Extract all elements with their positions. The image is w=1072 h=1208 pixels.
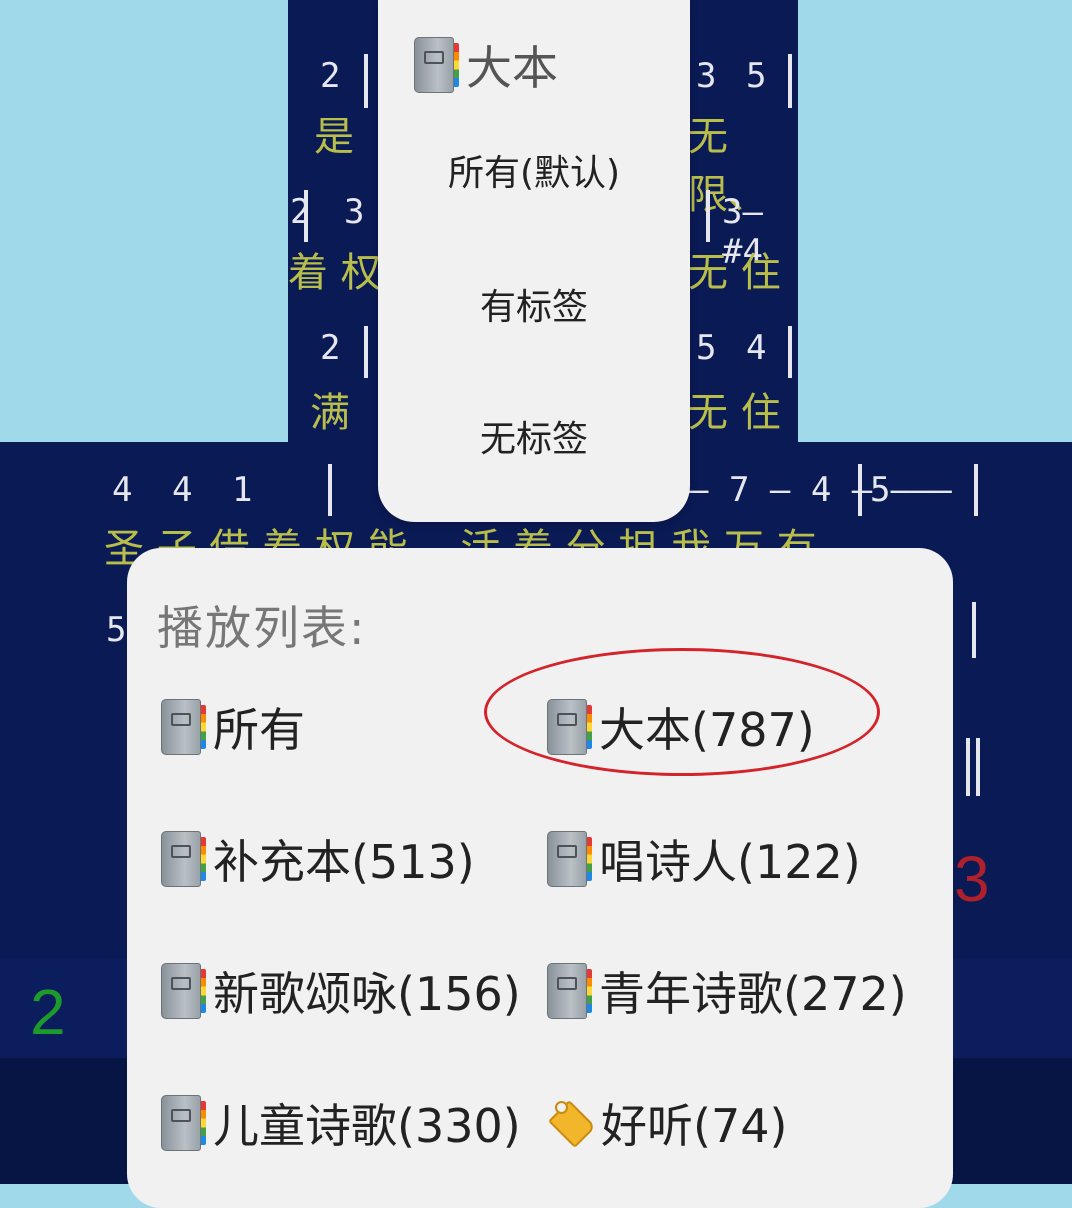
lyric-text: 无 住: [688, 250, 781, 296]
bar-line: [858, 464, 862, 516]
popup-title: 大本: [414, 32, 558, 98]
book-icon: [547, 963, 593, 1019]
bar-line: [788, 54, 792, 108]
highlight-circle-annotation: [484, 648, 880, 776]
note-number: 2: [320, 328, 341, 368]
playlist-item-favorites[interactable]: 好听(74): [547, 1090, 787, 1156]
playlist-item-label: 儿童诗歌(330): [213, 1099, 521, 1153]
track-number-red: 3: [954, 843, 990, 915]
playlist-item-children-hymns[interactable]: 儿童诗歌(330): [161, 1090, 521, 1156]
menu-item-untagged[interactable]: 无标签: [378, 410, 690, 462]
popup-title-label: 大本: [466, 41, 558, 95]
playlist-item-all[interactable]: 所有: [161, 694, 305, 760]
book-icon: [161, 831, 207, 887]
playlist-item-label: 青年诗歌(272): [599, 967, 907, 1021]
playlist-item-label: 唱诗人(122): [599, 835, 861, 889]
note-number: 5———: [870, 470, 952, 510]
note-number: 5: [696, 328, 717, 368]
note-number: 5: [746, 56, 767, 96]
book-icon: [414, 37, 460, 93]
bar-line: [788, 326, 792, 378]
note-number: 4: [172, 470, 193, 510]
bar-line: [364, 54, 368, 108]
playlist-dialog: 播放列表: 所有 大本(787) 补充本(513) 唱诗人(122) 新歌颂咏(…: [127, 548, 953, 1208]
book-icon: [161, 1095, 207, 1151]
playlist-item-supplement[interactable]: 补充本(513): [161, 826, 475, 892]
lyric-text: 是: [314, 114, 354, 160]
playlist-item-label: 补充本(513): [213, 835, 475, 889]
note-number: 2: [320, 56, 341, 96]
menu-item-tagged[interactable]: 有标签: [378, 278, 690, 330]
book-icon: [161, 699, 207, 755]
bar-line: [328, 464, 332, 516]
track-number-green: 2: [30, 976, 66, 1048]
note-number: 1: [232, 470, 253, 510]
note-number: 4: [112, 470, 133, 510]
lyric-text: 无 住: [688, 390, 781, 436]
playlist-item-label: 新歌颂咏(156): [213, 967, 521, 1021]
book-icon: [547, 831, 593, 887]
tag-icon: [547, 1095, 597, 1151]
playlist-item-singers[interactable]: 唱诗人(122): [547, 826, 861, 892]
menu-item-all-default[interactable]: 所有(默认): [378, 144, 690, 196]
note-number: 5: [106, 610, 127, 650]
lyric-text: 满: [310, 390, 350, 436]
playlist-item-youth-hymns[interactable]: 青年诗歌(272): [547, 958, 907, 1024]
note-number: — 7 — 4 —: [688, 470, 873, 510]
playlist-item-label: 好听(74): [601, 1099, 788, 1153]
note-number: 4: [746, 328, 767, 368]
note-number: 3: [344, 192, 365, 232]
book-icon: [161, 963, 207, 1019]
bar-line: [706, 190, 710, 242]
note-number: 2: [290, 192, 311, 232]
bar-line: [966, 738, 970, 796]
bar-line: [976, 738, 980, 796]
lyric-text: 着 权: [288, 250, 381, 296]
bar-line: [364, 326, 368, 378]
playlist-item-label: 所有: [213, 703, 305, 757]
playlist-item-new-songs[interactable]: 新歌颂咏(156): [161, 958, 521, 1024]
bar-line: [974, 464, 978, 516]
filter-popup-menu: 大本 所有(默认) 有标签 无标签: [378, 0, 690, 522]
dialog-title: 播放列表:: [157, 601, 367, 655]
note-number: 3: [696, 56, 717, 96]
bar-line: [972, 602, 976, 658]
